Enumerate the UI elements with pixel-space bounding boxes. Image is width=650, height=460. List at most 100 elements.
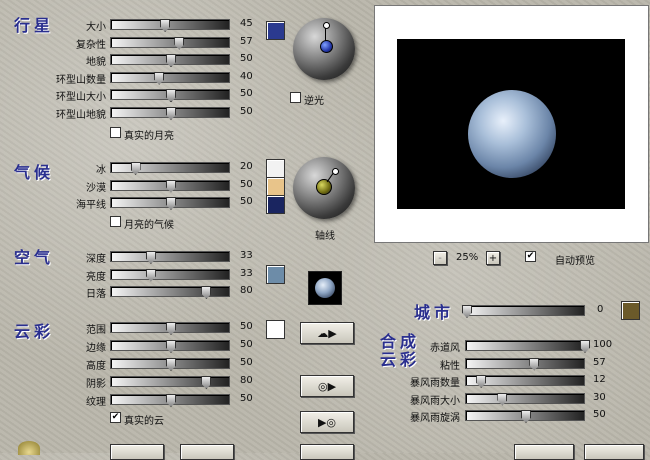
synth-value: 57	[593, 356, 606, 368]
cloud-slider-thumb[interactable]	[201, 376, 212, 389]
sea-color-swatch[interactable]	[266, 195, 285, 214]
atmosphere-slider[interactable]	[110, 268, 230, 282]
bottom-button-1[interactable]	[110, 444, 164, 460]
city-slider-thumb[interactable]	[462, 305, 472, 318]
planet-thumbnail-icon	[315, 278, 335, 298]
planet-slider[interactable]	[110, 19, 230, 32]
planet-slider[interactable]	[110, 54, 230, 68]
cloud-value: 50	[240, 321, 253, 332]
planet-slider[interactable]	[110, 36, 230, 50]
city-color-swatch[interactable]	[621, 301, 640, 320]
climate-slider[interactable]	[110, 162, 230, 175]
planet-label: 环型山地貌	[56, 110, 106, 121]
cloud-label: 阴影	[86, 379, 106, 390]
climate-slider[interactable]	[110, 197, 230, 210]
cloud-label: 范围	[86, 325, 106, 336]
planet-slider[interactable]	[110, 107, 230, 120]
synth-slider[interactable]	[465, 392, 585, 406]
zoom-out-button[interactable]: -	[433, 251, 447, 265]
axis-handle[interactable]	[316, 179, 332, 195]
cloud-slider-thumb[interactable]	[166, 322, 176, 335]
synth-slider-thumb[interactable]	[580, 340, 590, 353]
cloud-slider[interactable]	[110, 376, 230, 389]
preview-panel	[374, 5, 649, 243]
bottom-button-4[interactable]	[514, 444, 574, 460]
planet-slider-thumb[interactable]	[166, 54, 176, 68]
bottom-button-5[interactable]	[584, 444, 644, 460]
light-direction-pin-head	[323, 22, 330, 29]
synth-slider[interactable]	[465, 340, 590, 353]
light-direction-handle[interactable]	[320, 40, 333, 53]
planet-slider-thumb[interactable]	[154, 71, 165, 85]
cloud-color-swatch[interactable]	[266, 320, 285, 339]
city-value: 0	[597, 304, 604, 315]
synth-value: 50	[593, 409, 606, 420]
backlight-checkbox[interactable]	[290, 92, 301, 103]
cloud-slider-thumb[interactable]	[166, 394, 176, 407]
planet-slider[interactable]	[110, 89, 230, 103]
climate-label: 冰	[96, 165, 106, 176]
synth-value: 100	[593, 339, 613, 350]
atmosphere-label: 日落	[86, 289, 106, 300]
cloud-slider[interactable]	[110, 358, 230, 371]
light-direction-sphere[interactable]	[293, 18, 355, 80]
climate-slider-thumb[interactable]	[166, 179, 176, 193]
planet-label: 大小	[86, 22, 106, 33]
planet-thumbnail-button[interactable]	[308, 271, 342, 305]
synth-slider-thumb[interactable]	[529, 357, 540, 371]
synth-label: 暴风雨数量	[410, 378, 460, 389]
section-title-city: 城市	[414, 303, 455, 322]
cloud-arrow-button[interactable]: ☁▶	[300, 322, 354, 344]
cloud-slider-thumb[interactable]	[166, 358, 176, 371]
synth-slider-thumb[interactable]	[521, 410, 531, 423]
climate-slider-thumb[interactable]	[166, 197, 176, 210]
disc-arrow-button[interactable]: ◎▶	[300, 375, 354, 397]
moon-climate-checkbox[interactable]	[110, 216, 121, 227]
climate-slider-thumb[interactable]	[130, 162, 141, 175]
synth-slider-thumb[interactable]	[476, 375, 487, 388]
climate-label: 海平线	[76, 200, 106, 211]
desert-color-swatch[interactable]	[266, 177, 285, 196]
climate-value: 50	[240, 196, 253, 207]
bottom-button-3[interactable]	[300, 444, 354, 460]
cloud-slider[interactable]	[110, 322, 230, 335]
synth-slider[interactable]	[465, 375, 585, 388]
zoom-in-button[interactable]: +	[486, 251, 500, 265]
real-clouds-label: 真实的云	[124, 416, 164, 427]
cloud-slider[interactable]	[110, 340, 230, 353]
city-slider[interactable]	[462, 305, 585, 318]
cloud-value: 80	[240, 375, 253, 386]
atmosphere-slider[interactable]	[110, 286, 230, 299]
planet-slider-thumb[interactable]	[166, 107, 176, 120]
climate-slider[interactable]	[110, 179, 230, 193]
planet-slider-thumb[interactable]	[160, 19, 171, 32]
preview-canvas	[397, 39, 625, 209]
real-moon-label: 真实的月亮	[124, 131, 174, 142]
planet-value: 40	[240, 70, 253, 82]
real-clouds-checkbox[interactable]: ✔	[110, 412, 121, 423]
cloud-slider[interactable]	[110, 394, 230, 407]
synth-label: 暴风雨旋涡	[410, 413, 460, 424]
atmosphere-slider[interactable]	[110, 251, 230, 264]
arrow-disc-button[interactable]: ▶◎	[300, 411, 354, 433]
planet-slider-thumb[interactable]	[166, 89, 176, 103]
atmosphere-slider-thumb[interactable]	[201, 286, 212, 299]
planet-label: 环型山大小	[56, 92, 106, 104]
synth-slider-thumb[interactable]	[497, 392, 508, 406]
planet-slider[interactable]	[110, 71, 230, 85]
axis-sphere[interactable]	[293, 157, 355, 219]
synth-slider[interactable]	[465, 410, 585, 423]
auto-preview-checkbox[interactable]: ✔	[525, 251, 536, 262]
atmosphere-slider-thumb[interactable]	[145, 251, 156, 264]
cloud-label: 高度	[86, 361, 106, 372]
ice-color-swatch[interactable]	[266, 159, 285, 178]
atmosphere-slider-thumb[interactable]	[145, 268, 156, 282]
cloud-slider-thumb[interactable]	[166, 340, 176, 353]
bottom-button-2[interactable]	[180, 444, 234, 460]
synth-slider[interactable]	[465, 357, 585, 371]
atmosphere-color-swatch[interactable]	[266, 265, 285, 284]
planet-slider-thumb[interactable]	[174, 36, 185, 50]
zoom-value: 25%	[456, 252, 479, 263]
real-moon-checkbox[interactable]	[110, 127, 121, 138]
planet-color-swatch[interactable]	[266, 21, 285, 40]
